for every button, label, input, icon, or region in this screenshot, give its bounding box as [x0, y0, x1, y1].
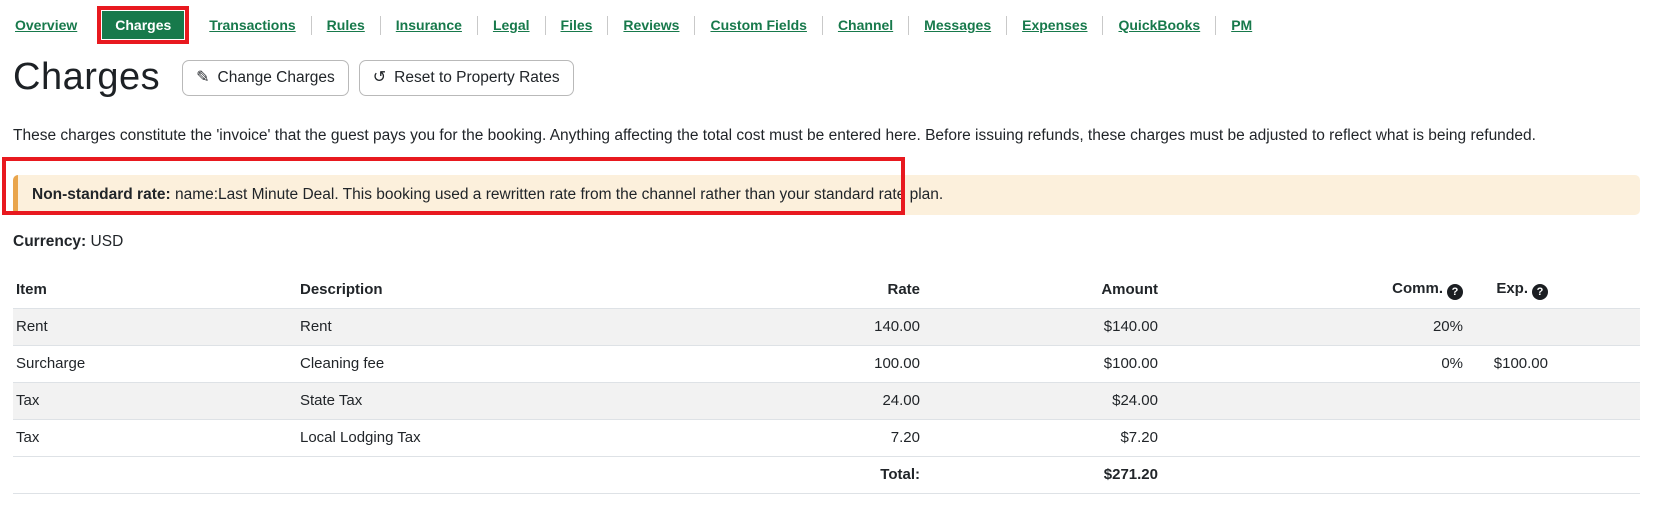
- nav-tab-pm[interactable]: PM: [1229, 17, 1254, 33]
- total-value: $271.20: [930, 456, 1168, 494]
- nav-divider: [1102, 15, 1104, 35]
- cell-rate: 140.00: [640, 308, 930, 346]
- nav-divider: [310, 15, 312, 35]
- alert-wrapper: Non-standard rate: name:Last Minute Deal…: [2, 157, 1640, 215]
- alert-text: name:Last Minute Deal. This booking used…: [170, 186, 944, 203]
- reset-button-label: Reset to Property Rates: [394, 68, 560, 86]
- currency-label: Currency:: [13, 233, 87, 250]
- charges-table: Item Description Rate Amount Comm.? Exp.…: [13, 271, 1640, 494]
- col-header-exp: Exp.?: [1473, 271, 1558, 309]
- nav-tab-expenses[interactable]: Expenses: [1020, 17, 1089, 33]
- exp-label: Exp.: [1496, 280, 1528, 297]
- table-row: Rent Rent 140.00 $140.00 20%: [13, 308, 1640, 346]
- nav-divider: [476, 15, 478, 35]
- cell-empty: [1558, 456, 1640, 494]
- help-icon[interactable]: ?: [1447, 284, 1463, 300]
- cell-rate: 7.20: [640, 419, 930, 457]
- page: Overview Charges Transactions Rules Insuranc…: [0, 0, 1653, 494]
- alert-bold-label: Non-standard rate:: [32, 186, 171, 203]
- nav-tab-quickbooks[interactable]: QuickBooks: [1116, 17, 1202, 33]
- cell-item: Tax: [13, 419, 290, 457]
- table-row: Tax Local Lodging Tax 7.20 $7.20: [13, 419, 1640, 457]
- cell-exp: $100.00: [1473, 345, 1558, 383]
- col-header-comm: Comm.?: [1168, 271, 1473, 309]
- nav-tab-files[interactable]: Files: [559, 17, 595, 33]
- cell-amount: $24.00: [930, 382, 1168, 420]
- cell-comm: 0%: [1168, 345, 1473, 383]
- nav-tab-custom-fields[interactable]: Custom Fields: [708, 17, 808, 33]
- reset-to-property-rates-button[interactable]: ↺ Reset to Property Rates: [358, 59, 574, 96]
- page-title: Charges: [13, 56, 161, 98]
- comm-label: Comm.: [1392, 280, 1443, 297]
- change-charges-label: Change Charges: [217, 68, 335, 86]
- total-label: Total:: [640, 456, 930, 494]
- nav-divider: [908, 15, 910, 35]
- annotation-highlight: Charges: [97, 6, 190, 44]
- cell-description: Local Lodging Tax: [290, 419, 640, 457]
- cell-spacer: [1558, 419, 1640, 457]
- nav-tab-channel[interactable]: Channel: [836, 17, 895, 33]
- pencil-icon: ✎: [196, 68, 210, 86]
- nav-divider: [607, 15, 609, 35]
- cell-amount: $7.20: [930, 419, 1168, 457]
- cell-empty: [13, 456, 290, 494]
- nav-divider: [544, 15, 546, 35]
- cell-description: Rent: [290, 308, 640, 346]
- cell-spacer: [1558, 345, 1640, 383]
- nav-divider: [694, 15, 696, 35]
- col-header-description: Description: [290, 271, 640, 309]
- currency-value: USD: [90, 233, 124, 250]
- cell-description: State Tax: [290, 382, 640, 420]
- total-row: Total: $271.20: [13, 456, 1640, 494]
- cell-empty: [290, 456, 640, 494]
- help-icon[interactable]: ?: [1532, 284, 1548, 300]
- cell-item: Tax: [13, 382, 290, 420]
- table-row: Tax State Tax 24.00 $24.00: [13, 382, 1640, 420]
- cell-comm: [1168, 419, 1473, 457]
- cell-exp: [1473, 308, 1558, 346]
- table-header-row: Item Description Rate Amount Comm.? Exp.…: [13, 271, 1640, 309]
- nav-divider: [1215, 15, 1217, 35]
- nav-tab-overview[interactable]: Overview: [13, 17, 79, 33]
- cell-rate: 24.00: [640, 382, 930, 420]
- nav-divider: [379, 15, 381, 35]
- title-row: Charges ✎ Change Charges ↺ Reset to Prop…: [13, 56, 1640, 99]
- cell-empty: [1168, 456, 1473, 494]
- cell-amount: $140.00: [930, 308, 1168, 346]
- nav-tab-reviews[interactable]: Reviews: [621, 17, 681, 33]
- cell-rate: 100.00: [640, 345, 930, 383]
- undo-icon: ↺: [372, 68, 387, 86]
- nav-divider: [821, 15, 823, 35]
- cell-comm: [1168, 382, 1473, 420]
- cell-item: Rent: [13, 308, 290, 346]
- col-header-spacer: [1558, 271, 1640, 309]
- nav-tab-transactions[interactable]: Transactions: [207, 17, 297, 33]
- table-row: Surcharge Cleaning fee 100.00 $100.00 0% $100…: [13, 345, 1640, 383]
- cell-amount: $100.00: [930, 345, 1168, 383]
- col-header-rate: Rate: [640, 271, 930, 309]
- cell-exp: [1473, 382, 1558, 420]
- nav-tab-charges[interactable]: Charges: [102, 11, 185, 39]
- col-header-amount: Amount: [930, 271, 1168, 309]
- nav-tab-messages[interactable]: Messages: [922, 17, 993, 33]
- cell-description: Cleaning fee: [290, 345, 640, 383]
- nav-tab-legal[interactable]: Legal: [491, 17, 532, 33]
- cell-spacer: [1558, 382, 1640, 420]
- cell-item: Surcharge: [13, 345, 290, 383]
- currency-line: Currency: USD: [13, 233, 1640, 251]
- nav-tabs: Overview Charges Transactions Rules Insuranc…: [13, 6, 1640, 44]
- non-standard-rate-alert: Non-standard rate: name:Last Minute Deal…: [13, 175, 1640, 215]
- cell-spacer: [1558, 308, 1640, 346]
- intro-text: These charges constitute the 'invoice' t…: [13, 127, 1536, 144]
- cell-exp: [1473, 419, 1558, 457]
- nav-tab-insurance[interactable]: Insurance: [394, 17, 464, 33]
- cell-empty: [1473, 456, 1558, 494]
- cell-comm: 20%: [1168, 308, 1473, 346]
- charges-table-body: Rent Rent 140.00 $140.00 20% Surcharge Cleanin…: [13, 308, 1640, 457]
- col-header-item: Item: [13, 271, 290, 309]
- nav-divider: [1006, 15, 1008, 35]
- change-charges-button[interactable]: ✎ Change Charges: [182, 59, 349, 96]
- nav-tab-rules[interactable]: Rules: [325, 17, 367, 33]
